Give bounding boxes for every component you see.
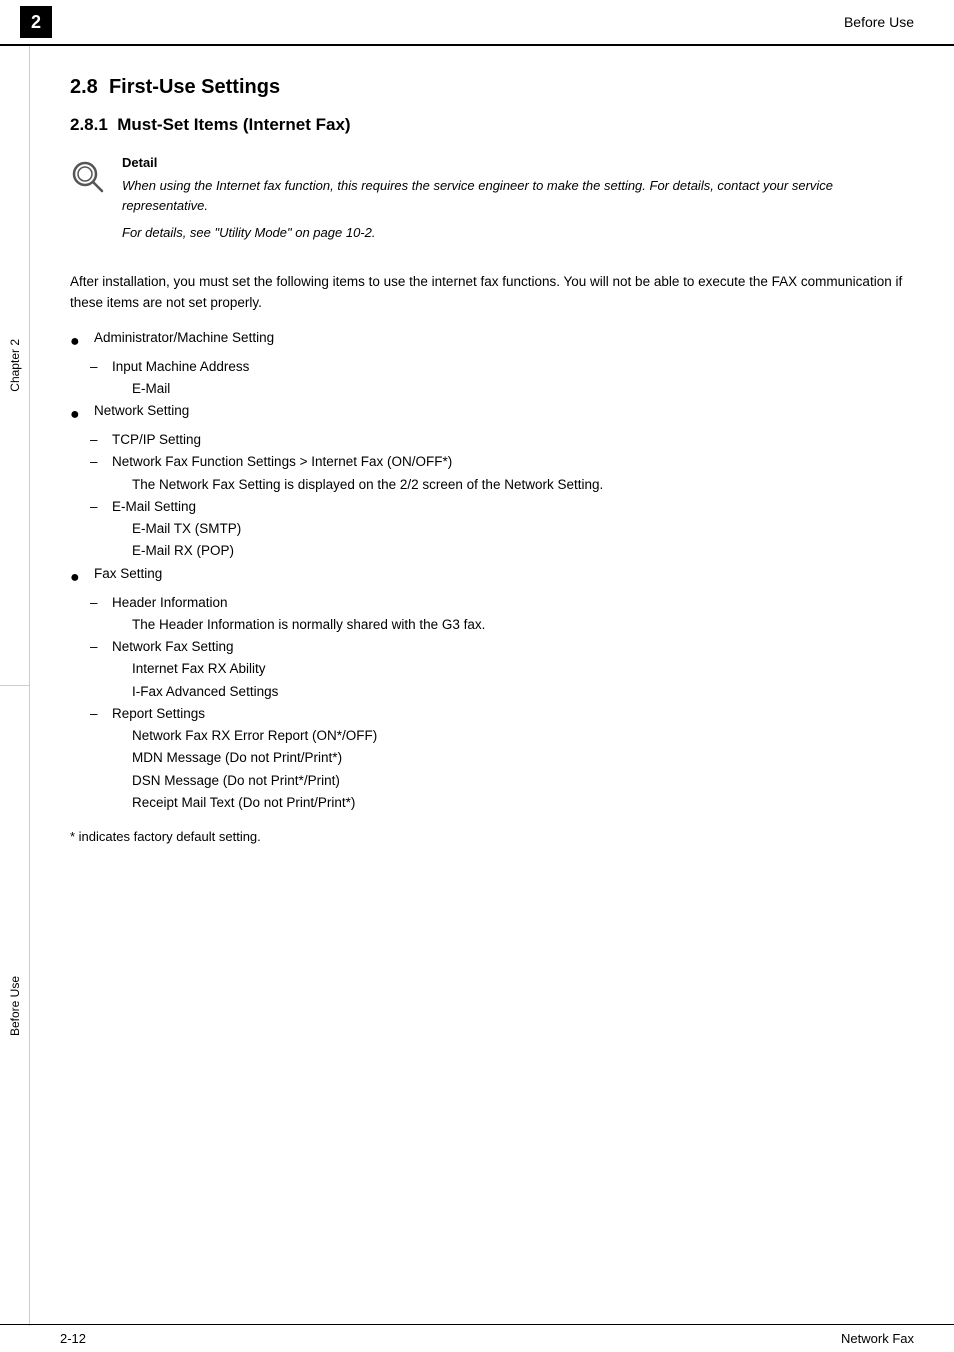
list-item-dash: – Report Settings [70, 704, 904, 724]
list-item-dash: – Input Machine Address [70, 357, 904, 377]
dash-char: – [90, 637, 102, 657]
list-item-sub: E-Mail TX (SMTP) [70, 519, 904, 539]
list-section: ● Administrator/Machine Setting – Input … [70, 328, 904, 814]
list-item: ● Fax Setting [70, 564, 904, 590]
bullet-dot: ● [70, 566, 84, 590]
footer-page: 2-12 [60, 1331, 86, 1346]
sidebar-chapter-label: Chapter 2 [8, 339, 22, 392]
sidebar-chapter: Chapter 2 [0, 46, 30, 686]
list-item-sub: Network Fax RX Error Report (ON*/OFF) [70, 726, 904, 746]
list-item-sub: The Network Fax Setting is displayed on … [70, 475, 904, 495]
list-item-dash-text: Network Fax Setting [112, 637, 234, 657]
subsection-title: Must-Set Items (Internet Fax) [117, 115, 350, 134]
list-item-dash-text: TCP/IP Setting [112, 430, 201, 450]
chapter-badge: 2 [20, 6, 52, 38]
chapter-number: 2 [31, 12, 41, 33]
list-item-dash: – E-Mail Setting [70, 497, 904, 517]
section-number: 2.8 [70, 76, 98, 98]
subsection-heading: 2.8.1 Must-Set Items (Internet Fax) [70, 115, 904, 135]
list-item-dash-text: Input Machine Address [112, 357, 249, 377]
section-title: First-Use Settings [109, 76, 280, 98]
header-title: Before Use [844, 14, 914, 30]
footer-doc-title: Network Fax [841, 1331, 914, 1346]
list-item-dash-text: Report Settings [112, 704, 205, 724]
list-item-sub: DSN Message (Do not Print*/Print) [70, 771, 904, 791]
body-text: After installation, you must set the fol… [70, 271, 904, 314]
list-item-dash-text: Header Information [112, 593, 228, 613]
dash-char: – [90, 704, 102, 724]
detail-label: Detail [122, 155, 904, 170]
detail-text1: When using the Internet fax function, th… [122, 176, 904, 215]
list-item-dash-text: Network Fax Function Settings > Internet… [112, 452, 452, 472]
dash-char: – [90, 593, 102, 613]
list-item-dash: – TCP/IP Setting [70, 430, 904, 450]
sidebar-before-label: Before Use [8, 976, 22, 1036]
dash-char: – [90, 357, 102, 377]
main-content: 2.8 First-Use Settings 2.8.1 Must-Set It… [30, 46, 954, 1326]
dash-char: – [90, 452, 102, 472]
top-header: 2 Before Use [0, 0, 954, 46]
list-item-sub: Internet Fax RX Ability [70, 659, 904, 679]
dash-char: – [90, 430, 102, 450]
list-item: ● Administrator/Machine Setting [70, 328, 904, 354]
detail-box: Detail When using the Internet fax funct… [70, 155, 904, 251]
list-item: ● Network Setting [70, 401, 904, 427]
bullet-dot: ● [70, 330, 84, 354]
list-item-sub: MDN Message (Do not Print/Print*) [70, 748, 904, 768]
list-item-dash: – Network Fax Function Settings > Intern… [70, 452, 904, 472]
sidebar-before: Before Use [0, 686, 30, 1326]
bottom-footer: 2-12 Network Fax [0, 1324, 954, 1352]
list-item-sub: The Header Information is normally share… [70, 615, 904, 635]
list-item-sub: Receipt Mail Text (Do not Print/Print*) [70, 793, 904, 813]
detail-content: Detail When using the Internet fax funct… [122, 155, 904, 251]
page-wrapper: Chapter 2 Before Use 2.8 First-Use Setti… [0, 46, 954, 1326]
list-item-dash-text: E-Mail Setting [112, 497, 196, 517]
section-heading: 2.8 First-Use Settings [70, 76, 904, 99]
left-sidebar: Chapter 2 Before Use [0, 46, 30, 1326]
list-item-text: Administrator/Machine Setting [94, 328, 274, 348]
list-item-text: Fax Setting [94, 564, 162, 584]
detail-text2: For details, see "Utility Mode" on page … [122, 223, 904, 243]
dash-char: – [90, 497, 102, 517]
footnote: * indicates factory default setting. [70, 829, 904, 844]
list-item-dash: – Header Information [70, 593, 904, 613]
list-item-sub: E-Mail [70, 379, 904, 399]
detail-icon [70, 159, 106, 200]
bullet-dot: ● [70, 403, 84, 427]
list-item-dash: – Network Fax Setting [70, 637, 904, 657]
subsection-number: 2.8.1 [70, 115, 108, 134]
list-item-sub: E-Mail RX (POP) [70, 541, 904, 561]
list-item-text: Network Setting [94, 401, 189, 421]
list-item-sub: I-Fax Advanced Settings [70, 682, 904, 702]
